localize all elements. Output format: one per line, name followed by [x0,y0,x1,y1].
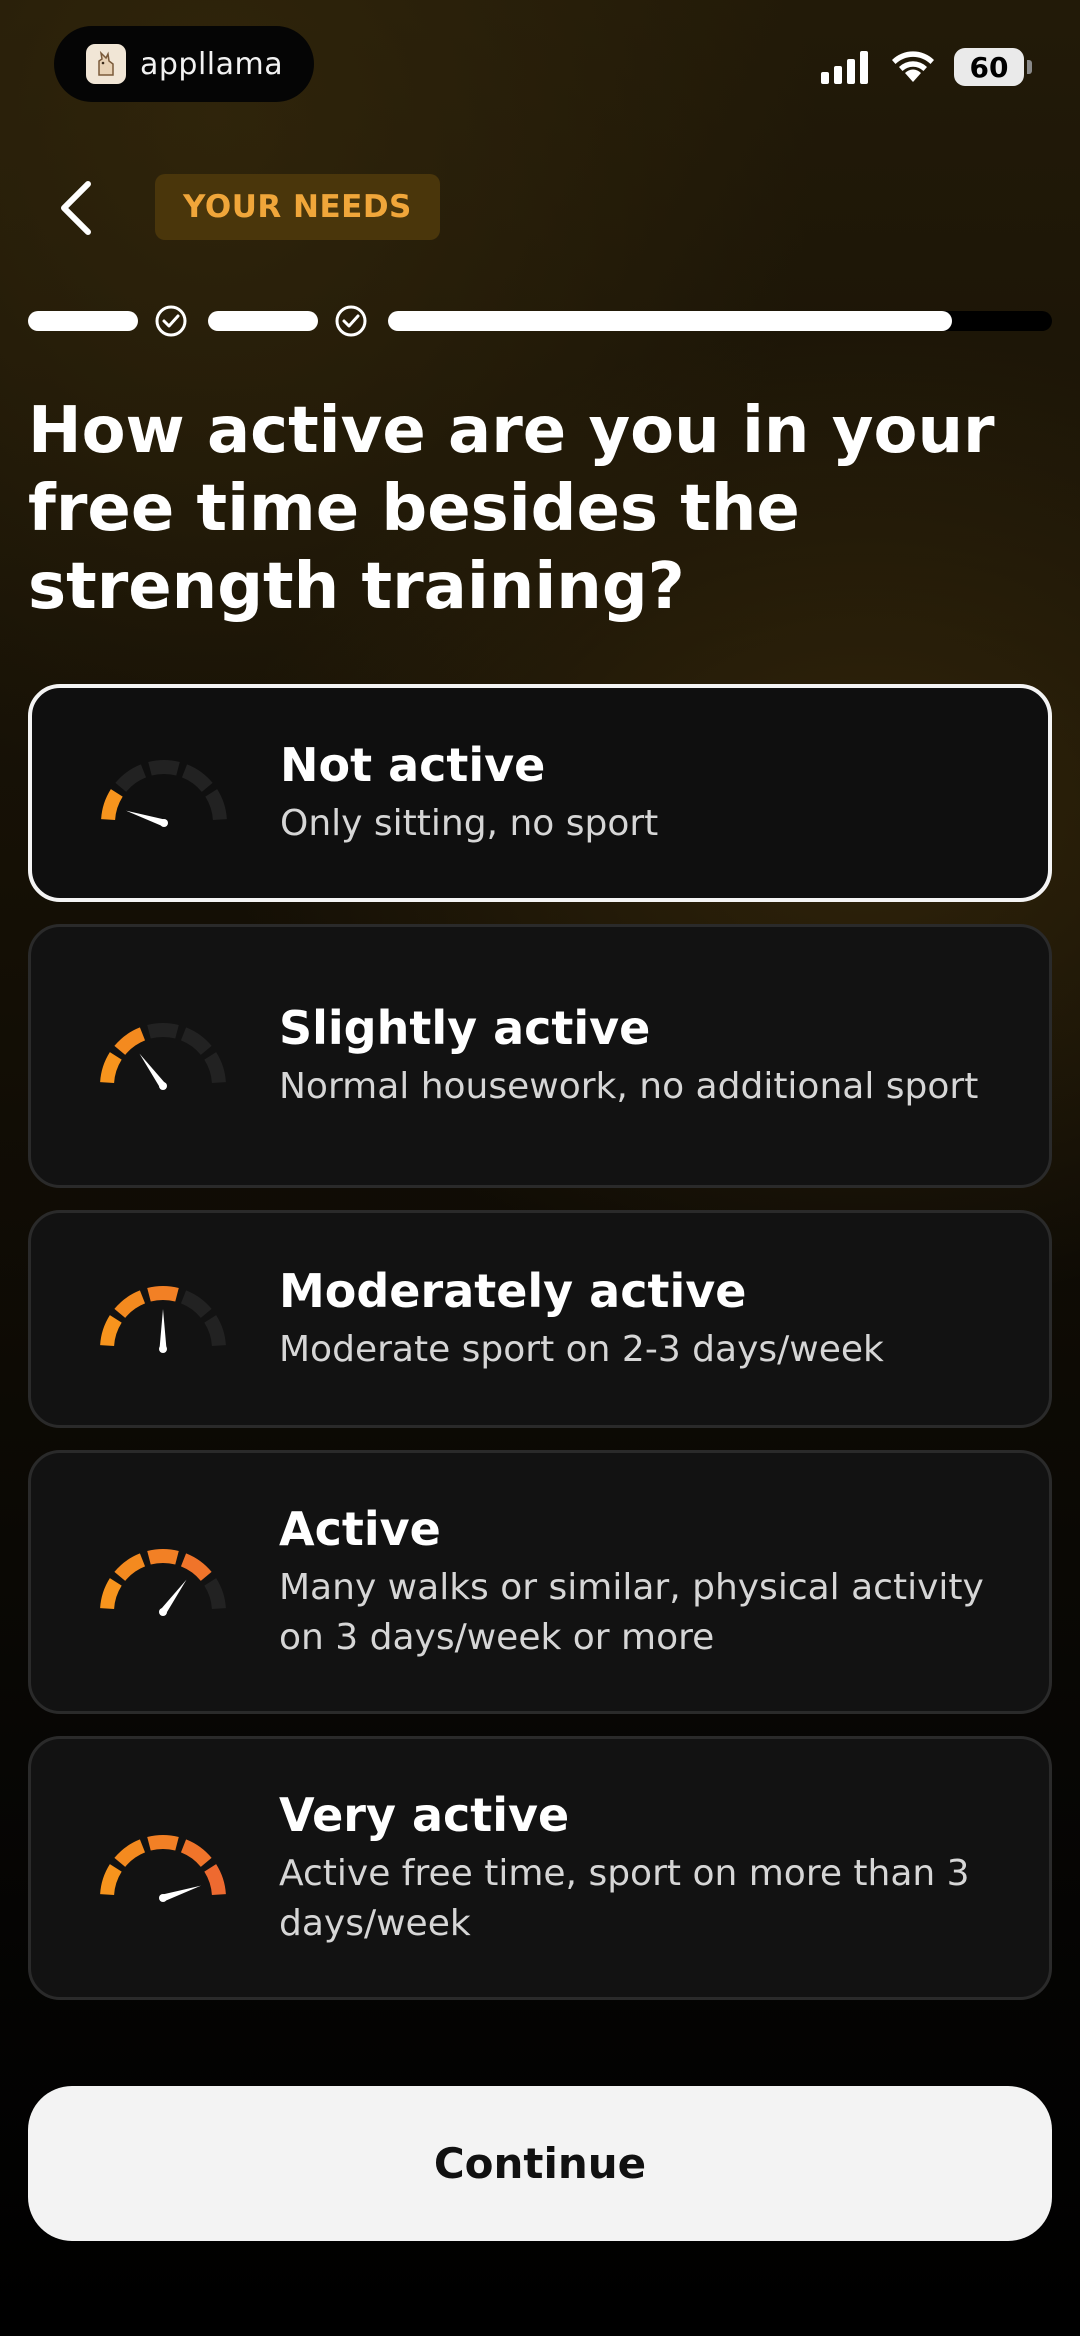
option-title: Not active [280,738,546,792]
speedometer-icon [101,760,227,827]
gauge-segment [204,1052,226,1084]
gauge-hub [160,819,168,827]
gauge-segment [147,1286,179,1302]
gauge-segment [101,789,123,821]
speedometer-icon [100,1549,226,1616]
progress-step-2 [208,311,318,331]
progress-step-1 [28,311,138,331]
gauge-needle [125,810,166,827]
gauge-needle [161,1885,202,1902]
option-text: Very active Active free time, sport on mo… [279,1787,1049,1949]
chevron-left-icon [61,181,91,235]
gauge-segment [114,1553,146,1582]
gauge-segment [114,1290,146,1319]
app-name: appllama [140,46,284,82]
speedometer-icon [100,1286,226,1353]
option-text: Slightly active Normal housework, no addi… [279,1000,1018,1112]
gauge-segment [180,1839,212,1868]
activity-options: Not active Only sitting, no sport Slightly… [28,684,1052,2022]
gauge-segment [180,1290,212,1319]
gauge-segment [180,1553,212,1582]
option-subtitle: Only sitting, no sport [280,803,659,844]
option-title: Very active [279,1788,570,1842]
battery-cap [1027,60,1032,74]
option-subtitle: Many walks or similar, physical activity… [279,1567,984,1658]
progress-bar [28,303,1052,339]
gauge-segment [147,1835,179,1851]
battery-indicator: 60 [954,48,1032,86]
gauge-segment [100,1052,122,1084]
gauge-segment [147,1023,179,1039]
check-circle-icon [155,305,187,337]
option-subtitle: Active free time, sport on more than 3 d… [279,1853,970,1944]
gauge-needle [159,1309,167,1349]
gauge-segment [204,1315,226,1347]
llama-icon [86,44,126,84]
app-switcher-pill[interactable]: appllama [54,26,314,102]
option-card[interactable]: Active Many walks or similar, physical ac… [28,1450,1052,1714]
gauge-hub [159,1608,167,1616]
gauge-segment [114,1839,146,1868]
wifi-icon [892,51,934,82]
option-subtitle: Moderate sport on 2-3 days/week [279,1329,884,1370]
gauge-segment [204,1578,226,1610]
gauge-segment [115,764,147,793]
screen: appllama 60 YOUR NEEDS How active are yo… [0,0,1080,2336]
option-title: Slightly active [279,1001,651,1055]
option-title: Moderately active [279,1264,747,1318]
option-text: Active Many walks or similar, physical ac… [279,1501,1049,1663]
question-title: How active are you in your free time bes… [28,394,995,624]
gauge-hub [159,1894,167,1902]
gauge-segment [204,1864,226,1896]
speedometer-icon [100,1023,226,1090]
option-card[interactable]: Moderately active Moderate sport on 2-3 d… [28,1210,1052,1428]
gauge-segment [147,1549,179,1565]
status-icons: 60 [821,48,1032,86]
back-button[interactable] [56,178,106,238]
cellular-signal-icon [821,50,868,84]
gauge-segment [181,764,213,793]
option-subtitle: Normal housework, no additional sport [279,1066,979,1107]
gauge-hub [159,1082,167,1090]
continue-button[interactable]: Continue [28,2086,1052,2241]
check-circle-icon [335,305,367,337]
gauge-segment [114,1027,146,1056]
gauge-segment [180,1027,212,1056]
option-card[interactable]: Slightly active Normal housework, no addi… [28,924,1052,1188]
option-title: Active [279,1502,441,1556]
gauge-segment [205,789,227,821]
gauge-segment [100,1315,122,1347]
gauge-segment [100,1864,122,1896]
option-text: Not active Only sitting, no sport [280,737,698,849]
battery-level: 60 [954,48,1024,86]
speedometer-icon [100,1835,226,1902]
option-card[interactable]: Not active Only sitting, no sport [28,684,1052,902]
gauge-segment [100,1578,122,1610]
gauge-hub [159,1345,167,1353]
gauge-segment [148,760,180,776]
option-text: Moderately active Moderate sport on 2-3 d… [279,1263,924,1375]
progress-step-3-fill [388,311,952,331]
section-badge: YOUR NEEDS [155,174,440,240]
option-card[interactable]: Very active Active free time, sport on mo… [28,1736,1052,2000]
